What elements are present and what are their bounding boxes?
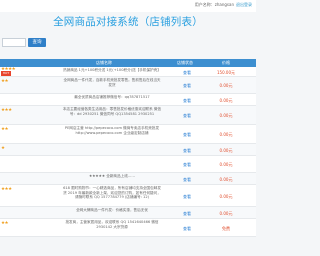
rating-stars: ★★: [1, 79, 9, 84]
row-price: 免费: [222, 225, 230, 231]
row-description: PE网店主营 http://pepecoco.com 微商专卖店手机壳批发 ht…: [64, 126, 160, 135]
row-description: 全网大牌商品一件代发：价格实惠，售后无忧: [76, 208, 148, 212]
row-view-link[interactable]: 查看: [180, 98, 194, 104]
rating-stars: ★★: [1, 127, 9, 132]
row-price: 0.00元: [219, 176, 233, 182]
table-row[interactable]: 全网大牌商品一件代发：价格实惠，售后无忧查看 0.00元: [0, 207, 256, 219]
user-info: 用户名称：zhangsan 退出登录: [195, 2, 252, 8]
row-description: 热销商品 1元+100积分送 1元(+100积分)送【手机保护壳】: [63, 68, 161, 72]
row-price: 0.00元: [219, 147, 233, 153]
row-view-link[interactable]: 查看: [180, 211, 194, 217]
row-description: 618 限时购物节：一心精选商品，所有店铺均支持全国包邮发货 2019 年最新款…: [63, 186, 161, 200]
column-header-status: 店铺状态: [177, 60, 193, 65]
search-input[interactable]: [2, 38, 26, 47]
table-row[interactable]: ★★★ 本店主要经营各类生活用品：零售批发价格优惠欢迎联系 微信号：dd 2930…: [0, 106, 256, 125]
row-view-link[interactable]: 查看: [180, 177, 194, 183]
user-label: 用户名称：: [194, 2, 215, 7]
search-button[interactable]: 查询: [28, 38, 46, 47]
row-view-link[interactable]: 查看: [180, 194, 194, 200]
row-view-link[interactable]: 查看: [180, 113, 194, 119]
rating-stars: ★★: [1, 221, 9, 226]
row-price: 150.00元: [217, 69, 235, 75]
row-view-link[interactable]: 查看: [180, 162, 194, 168]
row-price: 0.00元: [219, 132, 233, 137]
row-view-link[interactable]: 查看: [180, 70, 194, 76]
row-price: 0.00元: [219, 113, 233, 118]
table-row[interactable]: HOT ★★★★ 热销商品 1元+100积分送 1元(+100积分)送【手机保护壳】…: [0, 67, 256, 77]
table-row[interactable]: 查看 0.00元: [0, 156, 256, 173]
table-row[interactable]: 最全优质商品店铺推荐微信号：qq787871517 查看 0.00元: [0, 94, 256, 106]
row-description: 本店主要经营各类生活用品：零售批发价格优惠欢迎联系 微信号：dd 2930251…: [62, 107, 162, 116]
row-price: 0.00元: [219, 83, 233, 88]
logout-link[interactable]: 退出登录: [236, 2, 252, 7]
row-description: 批发商，主营家居用品，欢迎联系 QQ 1541640466 微信 2930142…: [65, 220, 159, 229]
row-view-link[interactable]: 查看: [180, 132, 194, 138]
page-title: 全网商品对接系统（店铺列表）: [53, 16, 203, 28]
rating-stars: ★★★★: [1, 67, 16, 72]
row-description: 全网商品一件代发，百款手机壳批发零售。售前售后在线当天发货: [63, 78, 161, 87]
rating-stars: ★★★: [1, 187, 12, 192]
rating-stars: ★: [1, 146, 5, 151]
table-row[interactable]: ★★ 全网商品一件代发，百款手机壳批发零售。售前售后在线当天发货查看 0.00元: [0, 77, 256, 94]
row-view-link[interactable]: 查看: [180, 148, 194, 154]
row-description: ★★★★★ 全新商品上线……: [88, 174, 135, 178]
table-header: 店铺名称 店铺状态 价格: [0, 59, 256, 67]
user-name: zhangsan: [214, 2, 234, 7]
column-header-name: 店铺名称: [96, 60, 112, 65]
rating-stars: ★★★: [1, 108, 12, 113]
table-row[interactable]: ★★★ 618 限时购物节：一心精选商品，所有店铺均支持全国包邮发货 2019 年…: [0, 185, 256, 207]
top-bar: 用户名称：zhangsan 退出登录: [0, 0, 256, 12]
row-view-link[interactable]: 查看: [180, 83, 194, 89]
table-body: HOT ★★★★ 热销商品 1元+100积分送 1元(+100积分)送【手机保护壳】…: [0, 67, 256, 237]
row-price: 0.00元: [219, 210, 233, 216]
table-row[interactable]: ★★ 批发商，主营家居用品，欢迎联系 QQ 1541640466 微信 29301…: [0, 219, 256, 237]
table-row[interactable]: ★ 查看 0.00元: [0, 144, 256, 156]
table-row[interactable]: ★★ PE网店主营 http://pepecoco.com 微商专卖店手机壳批发 …: [0, 125, 256, 144]
row-price: 0.00元: [219, 97, 233, 103]
row-price: 0.00元: [219, 193, 233, 199]
row-view-link[interactable]: 查看: [180, 226, 194, 232]
row-description: 最全优质商品店铺推荐微信号：qq787871517: [74, 95, 150, 99]
row-price: 0.00元: [219, 162, 233, 167]
table-row[interactable]: ★★★★★ 全新商品上线…… 查看 0.00元: [0, 173, 256, 185]
column-header-price: 价格: [222, 60, 230, 65]
